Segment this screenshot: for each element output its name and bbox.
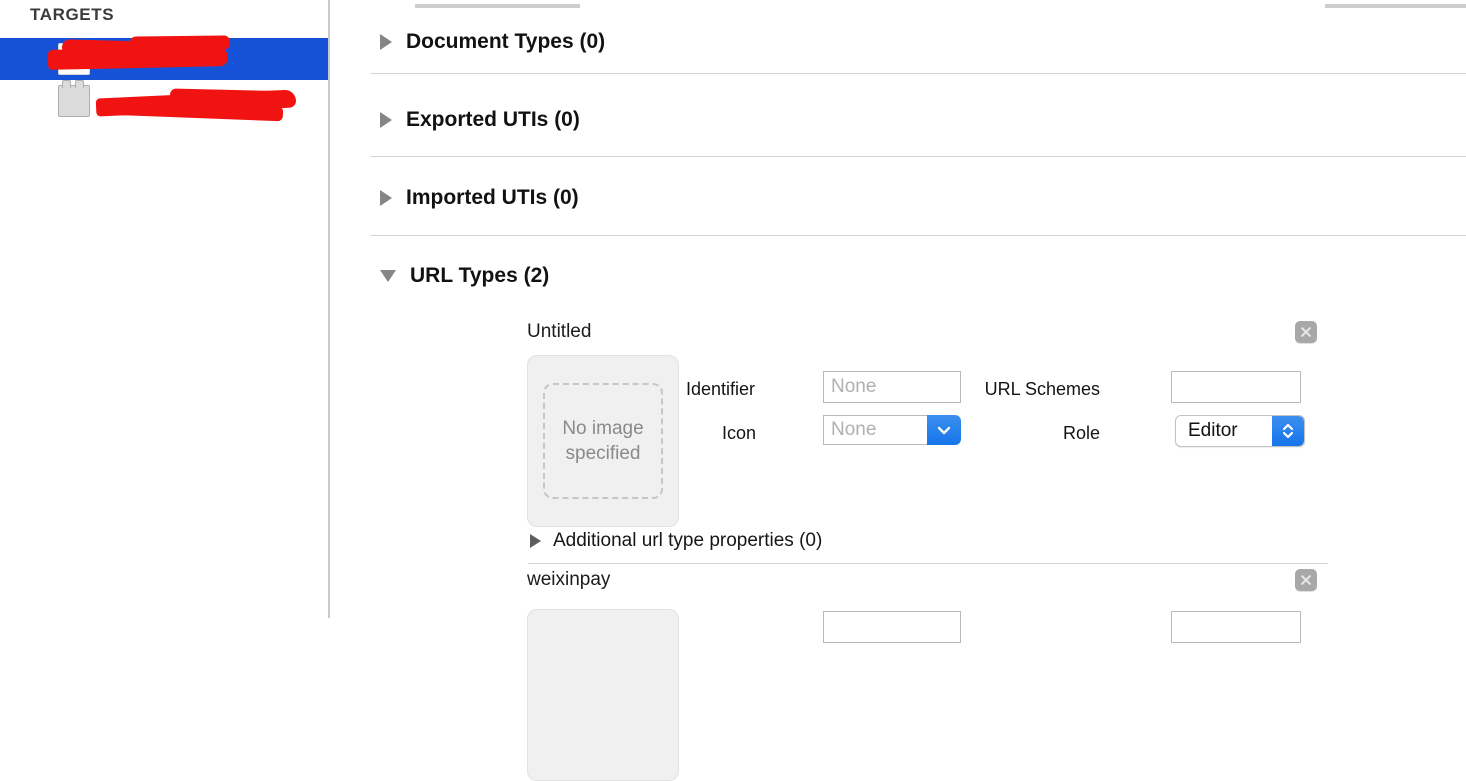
entry-separator	[528, 563, 1328, 564]
additional-url-type-properties[interactable]: Additional url type properties (0)	[530, 529, 822, 553]
url-type-title[interactable]: Untitled	[527, 321, 591, 343]
section-title: Document Types (0)	[406, 30, 606, 53]
section-title: Imported UTIs (0)	[406, 186, 579, 209]
disclosure-triangle-icon[interactable]	[380, 34, 392, 50]
url-schemes-input[interactable]	[1171, 371, 1301, 403]
section-imported-utis[interactable]: Imported UTIs (0)	[380, 185, 579, 211]
section-exported-utis[interactable]: Exported UTIs (0)	[380, 107, 580, 133]
top-separator-left	[415, 4, 580, 8]
sidebar-item-target-2[interactable]	[0, 80, 328, 122]
section-separator	[370, 73, 1466, 74]
section-title: Exported UTIs (0)	[406, 108, 580, 131]
remove-url-type-button[interactable]	[1295, 569, 1317, 591]
icon-combo-box[interactable]: None	[823, 415, 961, 445]
url-schemes-input[interactable]	[1171, 611, 1301, 643]
url-type-icon-well[interactable]	[527, 609, 679, 781]
identifier-input[interactable]	[823, 611, 961, 643]
section-separator	[370, 235, 1466, 236]
close-icon	[1301, 327, 1311, 337]
no-image-placeholder: No image specified	[543, 383, 663, 499]
disclosure-triangle-icon[interactable]	[530, 534, 541, 548]
info-detail-pane: Document Types (0) Exported UTIs (0) Imp…	[330, 0, 1466, 781]
sub-section-title: Additional url type properties (0)	[553, 530, 823, 551]
icon-combo-value[interactable]: None	[823, 415, 927, 445]
remove-url-type-button[interactable]	[1295, 321, 1317, 343]
close-icon	[1301, 575, 1311, 585]
targets-header: TARGETS	[30, 5, 115, 24]
section-url-types[interactable]: URL Types (2)	[380, 263, 549, 289]
inspector-window: TARGETS Document Types (0) Exported UTIs…	[0, 0, 1466, 781]
disclosure-triangle-icon[interactable]	[380, 190, 392, 206]
chevron-down-icon[interactable]	[927, 415, 961, 445]
extension-icon	[58, 80, 90, 117]
role-popup-value: Editor	[1188, 420, 1238, 441]
role-popup-button[interactable]: Editor	[1175, 415, 1305, 447]
url-schemes-label: URL Schemes	[984, 379, 1100, 399]
section-title: URL Types (2)	[410, 264, 550, 287]
url-type-title[interactable]: weixinpay	[527, 569, 610, 591]
identifier-label: Identifier	[685, 379, 755, 399]
up-down-chevron-icon[interactable]	[1272, 416, 1304, 446]
icon-label: Icon	[721, 423, 756, 443]
top-separator-right	[1325, 4, 1466, 8]
disclosure-triangle-icon[interactable]	[380, 112, 392, 128]
section-separator	[370, 156, 1466, 157]
targets-sidebar: TARGETS	[0, 0, 330, 618]
role-label: Role	[1062, 423, 1100, 443]
sidebar-item-target-1[interactable]	[0, 38, 328, 80]
section-document-types[interactable]: Document Types (0)	[380, 29, 605, 55]
app-icon	[58, 43, 90, 75]
disclosure-triangle-icon[interactable]	[380, 270, 396, 282]
